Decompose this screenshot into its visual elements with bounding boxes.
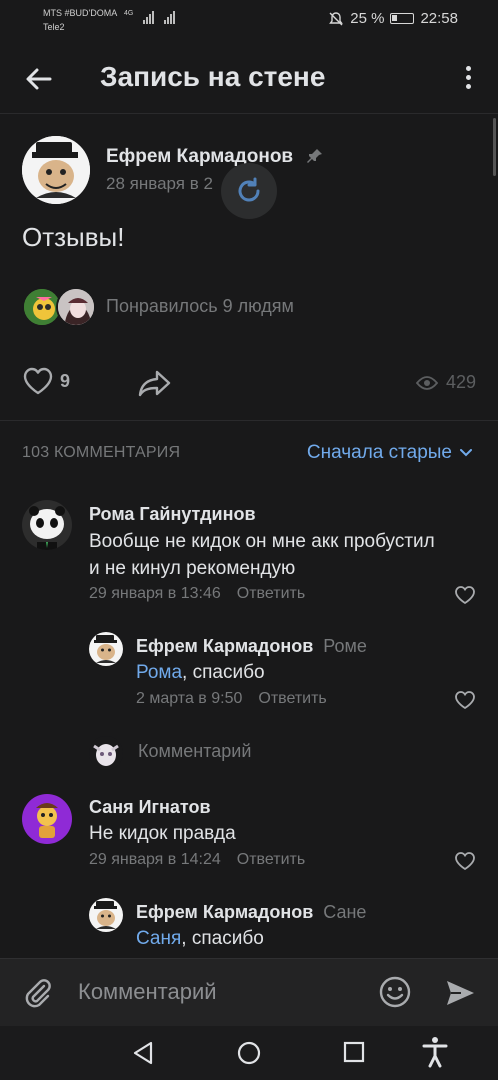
post-text: Отзывы! — [22, 222, 125, 252]
signal-bars-icon — [143, 10, 155, 24]
comments-count: 103 КОММЕНТАРИЯ — [22, 444, 181, 461]
battery-percent: 25 % — [350, 10, 385, 27]
mention-link[interactable]: Рома — [136, 662, 182, 683]
post-author-name[interactable]: Ефрем Кармадонов — [106, 146, 293, 168]
app-header: Запись на стене — [0, 44, 498, 114]
sort-label: Сначала старые — [306, 442, 452, 463]
heart-icon — [23, 367, 53, 395]
scrollbar[interactable] — [493, 118, 496, 176]
comment-text-line: Вообще не кидок он мне акк пробустил — [89, 531, 435, 552]
nav-recents-icon[interactable] — [342, 1040, 366, 1064]
liker-avatar[interactable] — [56, 287, 96, 327]
status-bar: MTS #BUD'DOMA Tele2 4G 25 % 22:58 — [0, 0, 498, 40]
inline-comment-input[interactable]: Комментарий — [138, 741, 251, 762]
more-menu-icon[interactable] — [464, 66, 472, 94]
comment-text-body: , спасибо — [182, 662, 265, 683]
signal-icons: 4G — [124, 10, 176, 24]
page-title: Запись на стене — [100, 61, 326, 92]
commenter-avatar[interactable] — [89, 898, 123, 932]
commenter-avatar[interactable] — [89, 632, 123, 666]
comment-text: Рома, спасибо — [136, 659, 265, 686]
nav-home-icon[interactable] — [236, 1040, 262, 1066]
reply-button[interactable]: Ответить — [237, 851, 305, 868]
mute-bell-icon — [329, 11, 344, 25]
author-avatar[interactable] — [22, 136, 90, 204]
comment-meta: 2 марта в 9:50 Ответить — [136, 690, 327, 708]
reply-author[interactable]: Ефрем Кармадонов — [136, 902, 313, 922]
like-button[interactable]: 9 — [22, 366, 70, 396]
views-count: 429 — [445, 372, 476, 392]
back-arrow-icon[interactable] — [22, 62, 56, 96]
status-right: 25 % 22:58 — [328, 10, 458, 27]
accessibility-icon[interactable] — [422, 1036, 448, 1068]
emoji-icon[interactable] — [378, 975, 412, 1009]
loading-spinner — [221, 163, 277, 219]
nav-back-icon[interactable] — [131, 1040, 155, 1066]
reply-to-target[interactable]: Сане — [323, 902, 366, 922]
comment-author-name[interactable]: Саня Игнатов — [89, 797, 211, 818]
likers-avatars[interactable] — [22, 287, 96, 327]
comment-date: 29 января в 13:46 — [89, 585, 221, 602]
liked-by-text[interactable]: Понравилось 9 людям — [106, 296, 294, 317]
battery-icon — [390, 13, 415, 24]
sort-dropdown[interactable]: Сначала старые — [307, 442, 472, 464]
divider — [0, 420, 498, 421]
reply-button[interactable]: Ответить — [258, 690, 326, 707]
comment-date: 2 марта в 9:50 — [136, 690, 243, 707]
system-nav-bar — [0, 1026, 498, 1080]
reply-author[interactable]: Ефрем Кармадонов — [136, 636, 313, 656]
comment-text: Саня, спасибо — [136, 925, 264, 952]
chevron-down-icon — [460, 449, 472, 457]
comment-like-icon[interactable] — [454, 851, 476, 871]
commenter-avatar[interactable] — [22, 794, 72, 844]
reply-button[interactable]: Ответить — [237, 585, 305, 602]
post-date: 28 января в 2 — [106, 174, 213, 193]
carrier-primary: MTS #BUD'DOMA — [43, 8, 118, 18]
my-avatar — [89, 736, 123, 770]
like-count: 9 — [60, 370, 71, 391]
network-type: 4G — [124, 10, 134, 17]
carrier-secondary: Tele2 — [43, 22, 65, 32]
send-icon[interactable] — [444, 977, 476, 1009]
pin-icon — [307, 149, 322, 163]
attach-icon[interactable] — [22, 977, 54, 1009]
clock: 22:58 — [420, 10, 458, 27]
comment-author-name[interactable]: Ефрем Кармадонов Сане — [136, 902, 366, 923]
comment-text: Вообще не кидок он мне акк пробустил и н… — [89, 528, 435, 582]
comment-like-icon[interactable] — [454, 690, 476, 710]
comment-text-body: , спасибо — [181, 928, 264, 949]
signal-bars-2-icon — [164, 10, 176, 24]
comment-author-name[interactable]: Ефрем Кармадонов Роме — [136, 636, 367, 657]
comment-meta: 29 января в 13:46 Ответить — [89, 585, 305, 603]
refresh-icon — [238, 177, 260, 202]
comment-meta: 29 января в 14:24 Ответить — [89, 851, 305, 869]
comment-compose-bar: Комментарий — [0, 958, 498, 1026]
mention-link[interactable]: Саня — [136, 928, 181, 949]
commenter-avatar[interactable] — [22, 500, 72, 550]
eye-icon — [415, 375, 438, 390]
comment-author-name[interactable]: Рома Гайнутдинов — [89, 504, 256, 525]
comment-text-line: и не кинул рекомендую — [89, 558, 296, 579]
comment-date: 29 января в 14:24 — [89, 851, 221, 868]
share-icon[interactable] — [137, 368, 173, 398]
comment-input[interactable]: Комментарий — [78, 979, 217, 1005]
carrier-info: MTS #BUD'DOMA Tele2 — [43, 6, 117, 34]
comment-like-icon[interactable] — [454, 585, 476, 605]
views-counter: 429 — [415, 372, 476, 393]
comment-text: Не кидок правда — [89, 823, 236, 844]
reply-to-target[interactable]: Роме — [323, 636, 367, 656]
